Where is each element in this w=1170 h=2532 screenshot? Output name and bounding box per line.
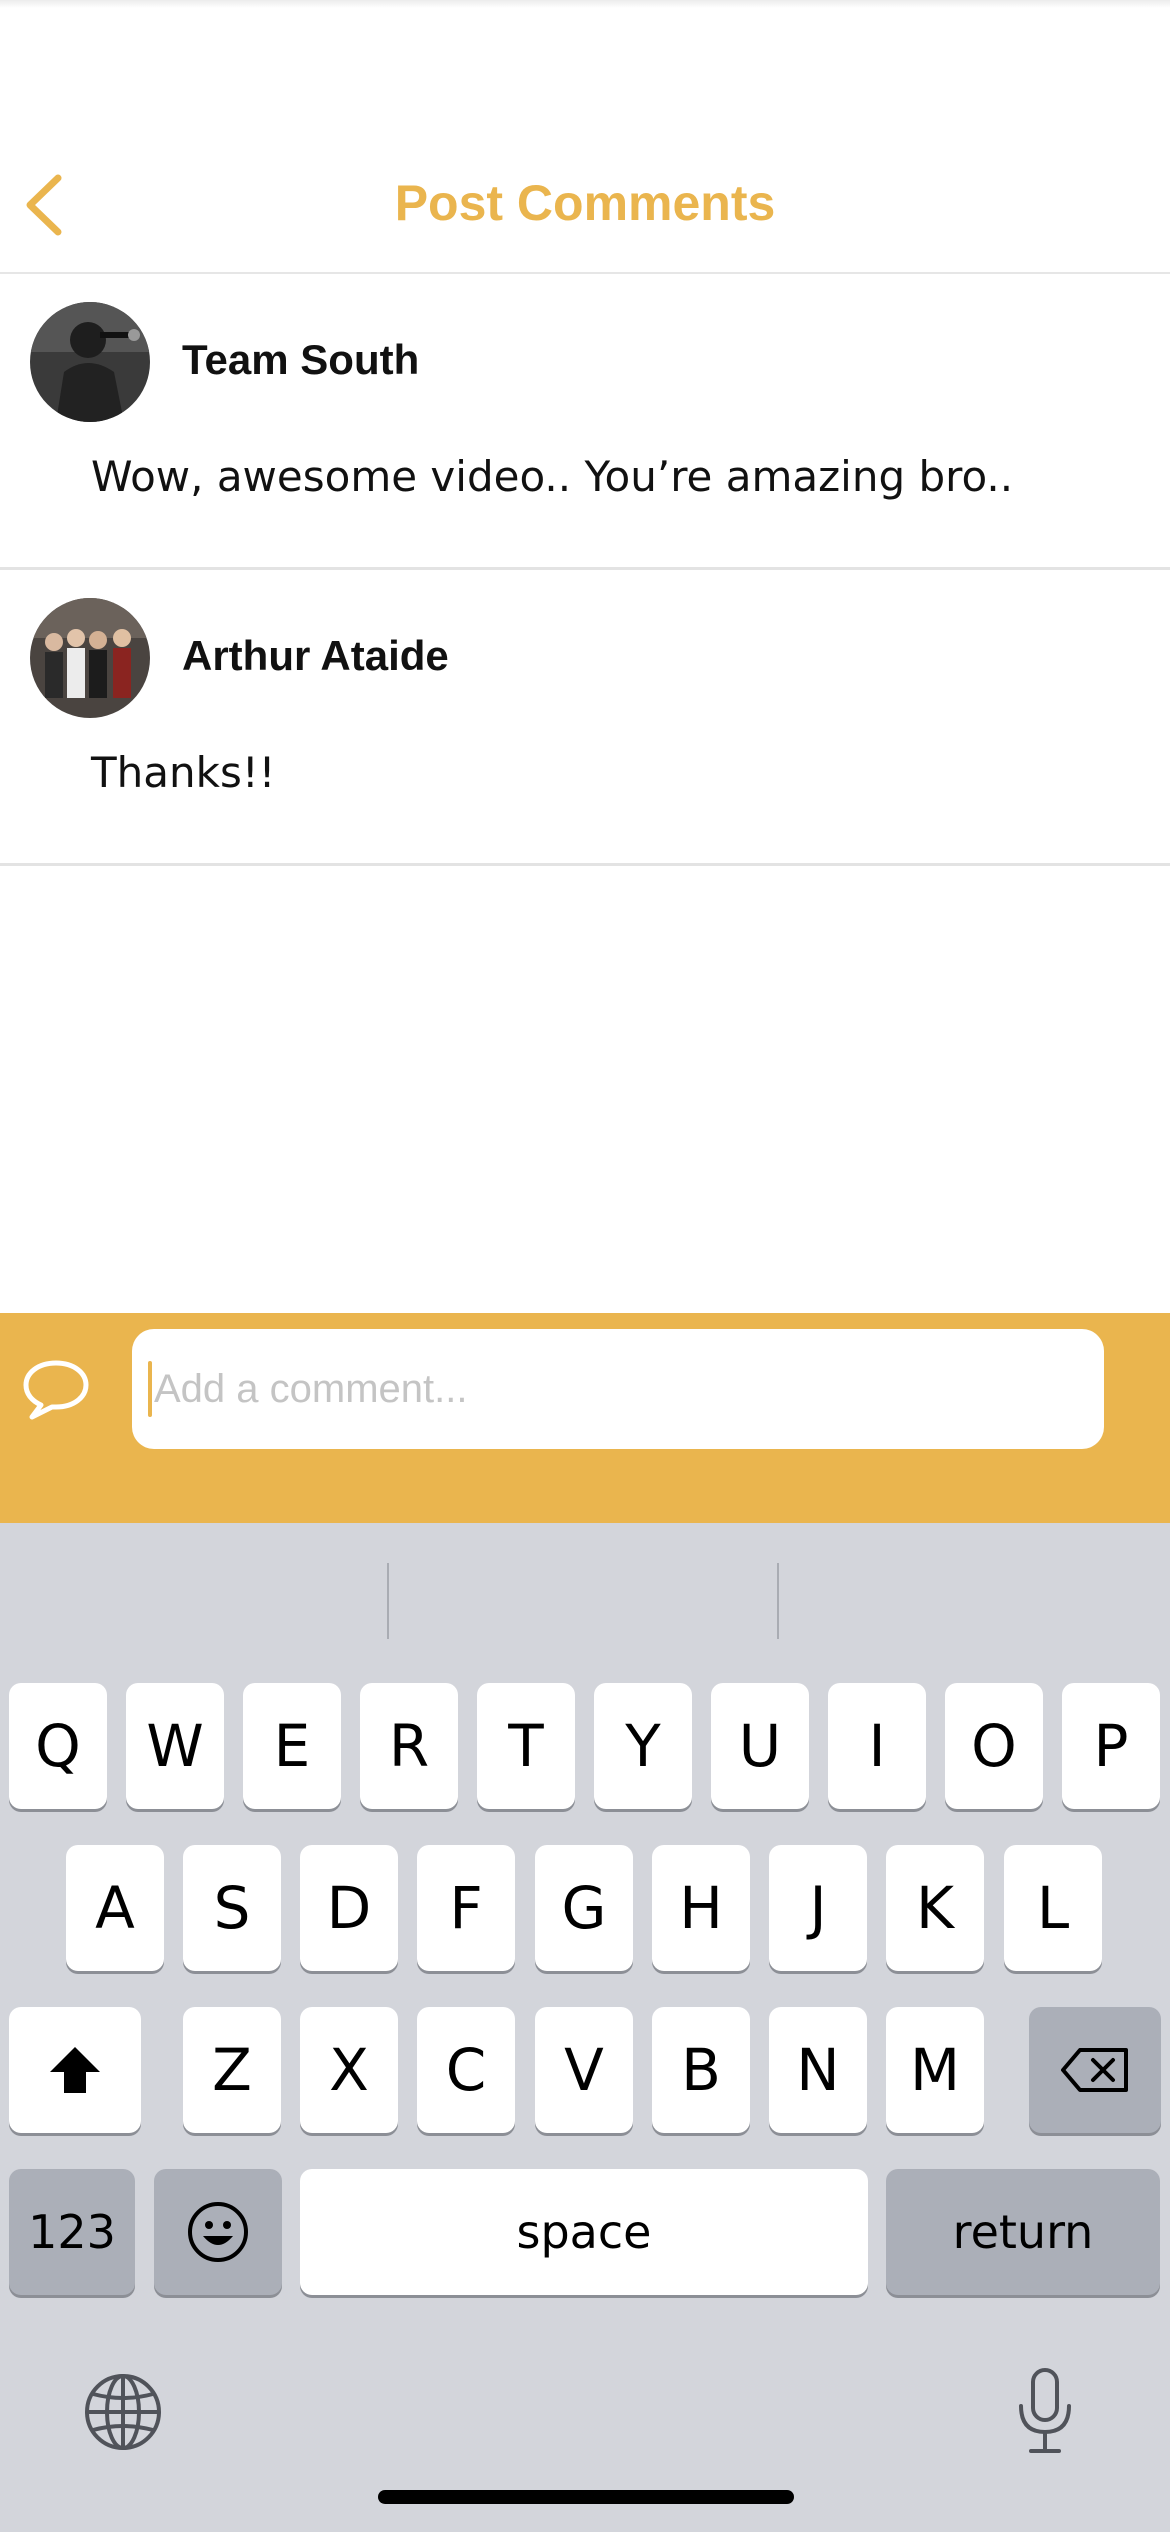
key-y[interactable]: Y [594,1683,692,1809]
key-b[interactable]: B [652,2007,750,2133]
key-c[interactable]: C [417,2007,515,2133]
key-r[interactable]: R [360,1683,458,1809]
speech-bubble-icon [23,1360,89,1420]
key-w[interactable]: W [126,1683,224,1809]
delete-key[interactable] [1029,2007,1161,2133]
key-x[interactable]: X [300,2007,398,2133]
key-e[interactable]: E [243,1683,341,1809]
key-d[interactable]: D [300,1845,398,1971]
key-k[interactable]: K [886,1845,984,1971]
shift-icon [50,2047,100,2093]
return-key[interactable]: return [886,2169,1160,2295]
key-n[interactable]: N [769,2007,867,2133]
key-h[interactable]: H [652,1845,750,1971]
comment-text: Wow, awesome video.. You’re amazing bro.… [91,452,1014,501]
comment-input[interactable]: Add a comment... [132,1329,1104,1449]
key-p[interactable]: P [1062,1683,1160,1809]
key-o[interactable]: O [945,1683,1043,1809]
home-indicator [378,2490,794,2504]
comment-author[interactable]: Arthur Ataide [182,632,449,680]
key-v[interactable]: V [535,2007,633,2133]
dictation-button[interactable] [1000,2363,1090,2459]
key-j[interactable]: J [769,1845,867,1971]
top-shadow [0,0,1170,8]
text-caret [148,1361,152,1417]
key-z[interactable]: Z [183,2007,281,2133]
nav-bar: Post Comments [0,140,1170,274]
key-i[interactable]: I [828,1683,926,1809]
comment-text: Thanks!! [91,748,276,797]
key-u[interactable]: U [711,1683,809,1809]
comment-author[interactable]: Team South [182,336,419,384]
keyboard: Q W E R T Y U I O P A S D F G H J K L Z … [0,1523,1170,2532]
key-t[interactable]: T [477,1683,575,1809]
key-g[interactable]: G [535,1845,633,1971]
page-title: Post Comments [394,175,776,231]
key-m[interactable]: M [886,2007,984,2133]
key-l[interactable]: L [1004,1845,1102,1971]
globe-icon [85,2374,161,2450]
comment-item: Team South Wow, awesome video.. You’re a… [0,274,1170,570]
emoji-icon [188,2202,248,2262]
key-s[interactable]: S [183,1845,281,1971]
avatar[interactable] [30,302,150,422]
key-a[interactable]: A [66,1845,164,1971]
key-f[interactable]: F [417,1845,515,1971]
key-q[interactable]: Q [9,1683,107,1809]
avatar[interactable] [30,598,150,718]
numbers-key[interactable]: 123 [9,2169,135,2295]
comment-composer: Add a comment... [0,1313,1170,1523]
backspace-icon [1061,2048,1128,2092]
space-key[interactable]: space [300,2169,868,2295]
suggestion-divider [777,1563,779,1639]
emoji-key[interactable] [154,2169,282,2295]
microphone-icon [1019,2368,1071,2453]
shift-key[interactable] [9,2007,141,2133]
comment-placeholder: Add a comment... [154,1366,468,1411]
globe-button[interactable] [80,2369,166,2455]
comment-item: Arthur Ataide Thanks!! [0,570,1170,866]
suggestion-divider [387,1563,389,1639]
